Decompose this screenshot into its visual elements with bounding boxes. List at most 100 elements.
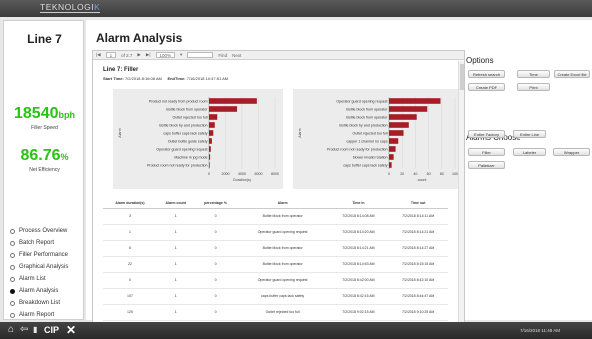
table-cell: 125 <box>103 304 157 321</box>
nav-item-alarm-analysis[interactable]: Alarm Analysis <box>10 285 68 297</box>
category-label: Bottle block by and production <box>159 123 207 127</box>
report-body: Line 7: Filler Start Time: 7/2/2018 8:16… <box>93 61 458 336</box>
back-icon[interactable]: ⇦ <box>20 325 28 335</box>
next-button[interactable]: Next <box>232 53 241 58</box>
nav-item-process-overview[interactable]: Process Overview <box>10 225 68 237</box>
labeler-button[interactable]: Labeler <box>513 148 546 156</box>
tick-label: 8000 <box>271 172 279 176</box>
report-time-range: Start Time: 7/2/2018 8:16:08 AM EndTime:… <box>103 76 229 81</box>
left-panel: Line 7 18540bph Filler Speed 86.76% Net … <box>3 20 84 320</box>
table-cell: 7/2/2018 8:14:21 AM <box>388 224 448 241</box>
last-page-icon[interactable]: ▶| <box>146 52 151 58</box>
table-cell: 0 <box>103 272 157 289</box>
table-row: 1 1 0 Operator guard opening request 7/2/201… <box>103 224 448 241</box>
table-cell: 7/2/2018 9:10:25 AM <box>388 304 448 321</box>
nav-bullet-icon <box>10 312 15 318</box>
table-cell: 6 <box>103 240 157 257</box>
bar <box>209 122 215 128</box>
wrapper-button[interactable]: Wrapper <box>553 148 590 156</box>
table-cell: 0 <box>194 272 237 289</box>
nav-item-graphical-analysis[interactable]: Graphical Analysis <box>10 261 68 273</box>
main-panel: Alarm Analysis |◀ 1 of 2.7 ▶ ▶| 100% ▾ F… <box>86 20 592 335</box>
first-page-icon[interactable]: |◀ <box>96 52 101 58</box>
page-number-input[interactable]: 1 <box>105 52 117 58</box>
tick-label: 4000 <box>238 172 246 176</box>
tick-label: 0 <box>208 172 210 176</box>
find-button[interactable]: Find <box>218 53 227 58</box>
nav-item-batch-report[interactable]: Batch Report <box>10 237 68 249</box>
table-cell: 7/2/2018 8:42:10 AM <box>388 272 448 289</box>
tick-label: 20 <box>400 172 404 176</box>
category-label: Bottle block from operator <box>346 107 388 111</box>
table-header-cell: Alarm count <box>156 199 195 209</box>
alarm-count-chart: 0 20 40 60 80 100 Operator guard opening reque… <box>293 89 458 189</box>
category-label: Machine in jog mode <box>174 155 207 159</box>
alarm-count-chart-svg: 0 20 40 60 80 100Operator guard opening reque… <box>298 97 458 182</box>
nav-item-alarm-list[interactable]: Alarm List <box>10 273 68 285</box>
nav-bullet-icon <box>10 264 15 270</box>
nav-item-alarm-report[interactable]: Alarm Report <box>10 309 68 321</box>
table-cell: 7/2/2018 9:02:15 AM <box>328 304 389 321</box>
bar <box>389 122 409 128</box>
bar <box>209 154 211 160</box>
filler-button[interactable]: Filler <box>468 148 505 156</box>
table-cell: 0 <box>194 224 237 241</box>
nav-item-label: Alarm List <box>19 276 46 282</box>
table-cell: Operator guard opening request <box>236 272 329 289</box>
create-pdf-button[interactable]: Create PDF <box>468 83 505 91</box>
table-cell: 7/2/2018 8:44:47 AM <box>388 288 448 305</box>
table-cell: Operator guard opening request <box>236 224 329 241</box>
table-cell: 7/2/2018 8:15:15 AM <box>388 256 448 273</box>
category-label: Outlet bottle guide safety <box>168 139 208 143</box>
filler-speed-value: 18540bph <box>14 105 75 122</box>
refresh-search-button[interactable]: Refresh search <box>468 70 505 78</box>
bar <box>209 162 210 168</box>
table-cell: 0 <box>194 208 237 225</box>
vertical-scrollbar[interactable] <box>458 61 464 329</box>
find-input[interactable] <box>187 52 214 58</box>
table-row: 125 1 0 Outlet rejected too full 7/2/2018 9:… <box>103 304 448 321</box>
nav-item-label: Process Overview <box>19 228 68 234</box>
category-label: Product room not ready for production <box>147 163 208 167</box>
print-button[interactable]: Print <box>517 83 550 91</box>
time-button[interactable]: Time <box>517 70 550 78</box>
nav-item-label: Alarm Report <box>19 312 55 318</box>
report-heading: Line 7: Filler <box>103 67 139 73</box>
nav-item-filler-performance[interactable]: Filler Performance <box>10 249 68 261</box>
nav-list: Process Overview Batch Report Filler Perfo… <box>10 225 68 321</box>
table-cell: 22 <box>103 256 157 273</box>
entire-factory-button[interactable]: Entire Factory <box>468 130 505 138</box>
entire-line-button[interactable]: Entire Line <box>513 130 546 138</box>
table-cell: 7/2/2018 8:42:00 AM <box>328 272 389 289</box>
zoom-dropdown-icon[interactable]: ▾ <box>180 52 182 58</box>
zoom-select[interactable]: 100% <box>155 52 176 58</box>
table-cell: 107 <box>103 288 157 305</box>
table-cell: 1 <box>156 240 195 257</box>
tick-label: 80 <box>440 172 444 176</box>
vertical-scroll-thumb[interactable] <box>460 64 464 90</box>
category-label: Bottle block from operator <box>166 107 208 111</box>
home-icon[interactable]: ⌂ <box>8 325 14 335</box>
nav-item-label: Alarm Analysis <box>19 288 59 294</box>
table-header-row: Alarm duration(s) Alarm count percentage %… <box>103 199 448 209</box>
alarm-table: Alarm duration(s) Alarm count percentage %… <box>103 199 448 321</box>
table-cell: Bottle block from operator <box>236 240 329 257</box>
document-icon[interactable]: ▮ <box>33 325 37 335</box>
create-excel-button[interactable]: Create Excel file <box>554 70 590 78</box>
cip-button[interactable]: CIP <box>44 325 59 335</box>
y-axis-label: Alarm <box>298 128 302 137</box>
close-icon[interactable]: ✕ <box>66 323 76 337</box>
next-page-icon[interactable]: ▶ <box>137 52 140 58</box>
tick-label: 60 <box>427 172 431 176</box>
bar <box>389 98 441 104</box>
report-viewer: |◀ 1 of 2.7 ▶ ▶| 100% ▾ Find Next Line 7… <box>92 50 465 335</box>
bar <box>209 98 257 104</box>
net-efficiency-label: Net Efficiency <box>29 167 60 173</box>
palletizer-button[interactable]: Palletizer <box>468 161 505 169</box>
bar <box>209 138 212 144</box>
nav-item-breakdown-list[interactable]: Breakdown List <box>10 297 68 309</box>
bar <box>389 162 392 168</box>
bar <box>209 146 211 152</box>
table-header-cell: Alarm <box>236 199 329 209</box>
bottom-bar: ⌂ ⇦ ▮ CIP ✕ 7/16/2018 11:48 AM <box>0 322 592 339</box>
